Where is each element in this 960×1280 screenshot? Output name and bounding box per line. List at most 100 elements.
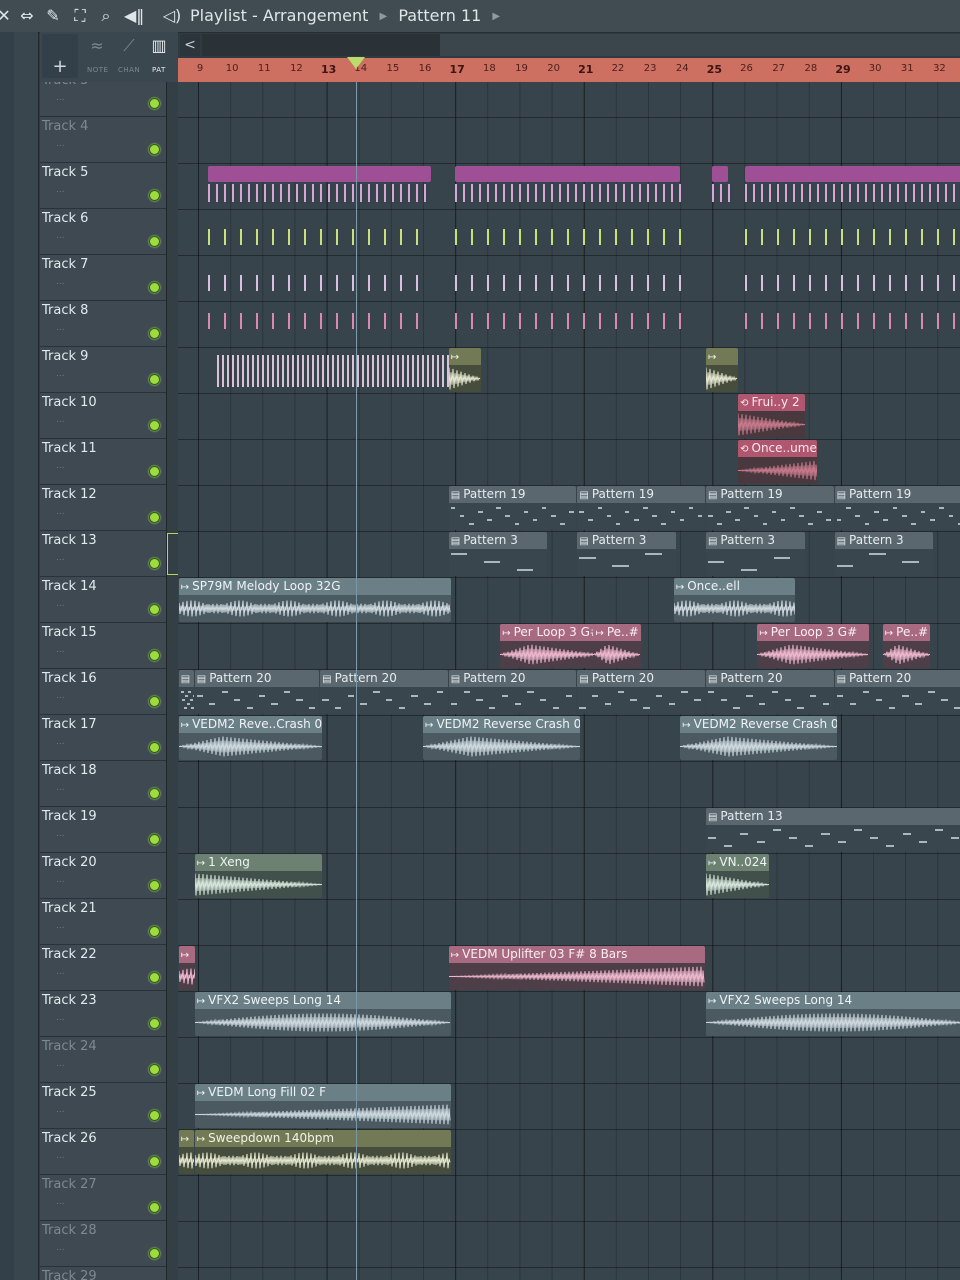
playlist-clip[interactable]: ⟲ Frui..y 2 (738, 394, 805, 438)
track-name[interactable]: Track 27 (42, 1177, 97, 1192)
track-options-icon[interactable]: ... (56, 1013, 65, 1023)
clip-header[interactable]: ↦ (178, 946, 196, 963)
clip-header[interactable]: ↦VEDM2 Reverse Crash 008 (423, 716, 580, 733)
ruler-bar-number[interactable]: 23 (644, 63, 657, 74)
track-options-icon[interactable]: ... (56, 1059, 65, 1069)
track-mute-led[interactable] (149, 190, 160, 201)
track-mute-led[interactable] (149, 98, 160, 109)
ruler-bar-number[interactable]: 26 (740, 63, 753, 74)
track-header[interactable]: Track 8... (40, 301, 166, 347)
track-options-icon[interactable]: ... (56, 507, 65, 517)
close-icon[interactable]: ✕ (0, 6, 14, 26)
track-name[interactable]: Track 3 (42, 82, 88, 88)
track-name[interactable]: Track 12 (42, 487, 97, 502)
track-options-icon[interactable]: ... (56, 323, 65, 333)
clip-header[interactable]: ▤ Pattern 3 (577, 532, 677, 549)
track-mute-led[interactable] (149, 926, 160, 937)
playlist-clip[interactable]: ↦ (178, 946, 196, 990)
drum-pattern-row[interactable] (207, 166, 432, 182)
playlist-clip[interactable]: ▤ Pattern 20 (448, 670, 577, 714)
track-options-icon[interactable]: ... (56, 921, 65, 931)
playlist-clip[interactable]: ↦VEDM2 Reverse Crash 008 (680, 716, 837, 760)
snap-icon[interactable]: ✎ (43, 6, 63, 26)
track-mute-led[interactable] (149, 466, 160, 477)
ruler-bar-number[interactable]: 22 (612, 63, 625, 74)
clip-header[interactable]: ⟲ Once..ume (738, 440, 818, 457)
playlist-clip[interactable]: ▤ Pattern 20 (834, 670, 960, 714)
track-name[interactable]: Track 14 (42, 579, 97, 594)
clip-header[interactable]: ▤ Pattern 20 (194, 670, 320, 687)
timeline-ruler[interactable]: 9 10 11 12 13 14 15 16 17 18 19 20 21 22 23 24 25 26 27 28 2… (178, 58, 960, 83)
ruler-bar-number[interactable]: 29 (835, 63, 850, 76)
ruler-bar-number[interactable]: 30 (869, 63, 882, 74)
track-options-icon[interactable]: ... (56, 231, 65, 241)
ruler-bar-number[interactable]: 12 (290, 63, 303, 74)
playlist-clip[interactable]: ▤ Pattern 3 (577, 532, 677, 576)
ruler-bar-number[interactable]: 19 (515, 63, 528, 74)
playlist-clip[interactable]: ↦ (178, 1130, 194, 1174)
ruler-bar-number[interactable]: 10 (226, 63, 239, 74)
track-options-icon[interactable]: ... (56, 461, 65, 471)
track-name[interactable]: Track 25 (42, 1085, 97, 1100)
track-options-icon[interactable]: ... (56, 599, 65, 609)
playlist-clip[interactable]: ▤ Pattern 20 (320, 670, 448, 714)
track-header[interactable]: Track 18... (40, 761, 166, 807)
track-name[interactable]: Track 10 (42, 395, 97, 410)
track-name[interactable]: Track 19 (42, 809, 97, 824)
track-name[interactable]: Track 7 (42, 257, 88, 272)
track-mute-led[interactable] (149, 282, 160, 293)
track-name[interactable]: Track 9 (42, 349, 88, 364)
swap-icon[interactable]: ⇔ (17, 6, 37, 26)
track-mute-led[interactable] (149, 558, 160, 569)
track-options-icon[interactable]: ... (56, 139, 65, 149)
track-header[interactable]: Track 7... (40, 255, 166, 301)
playlist-clip[interactable]: ↦ VEDM Uplifter 03 F# 8 Bars (448, 946, 705, 990)
track-header[interactable]: Track 23... (40, 991, 166, 1037)
clip-header[interactable]: ▤ Pattern 19 (705, 486, 834, 503)
note-mode-label[interactable]: NOTE (87, 66, 108, 74)
ruler-bar-number[interactable]: 32 (933, 63, 946, 74)
piano-keys-icon[interactable]: ▥ (146, 36, 172, 56)
track-header[interactable]: Track 17... (40, 715, 166, 761)
ruler-bar-number[interactable]: 9 (197, 63, 203, 74)
playlist-clip[interactable]: ▤ Pattern 19 (577, 486, 705, 530)
ruler-bar-number[interactable]: 21 (578, 63, 593, 76)
track-mute-led[interactable] (149, 696, 160, 707)
track-options-icon[interactable]: ... (56, 1197, 65, 1207)
ruler-bar-number[interactable]: 25 (707, 63, 722, 76)
track-mute-led[interactable] (149, 1018, 160, 1029)
track-header[interactable]: Track 28... (40, 1221, 166, 1267)
track-name[interactable]: Track 15 (42, 625, 97, 640)
playlist-clip[interactable]: ▤ Pattern 19 (705, 486, 834, 530)
track-header[interactable]: Track 4... (40, 117, 166, 163)
track-header[interactable]: Track 29... (40, 1267, 166, 1280)
ruler-bar-number[interactable]: 20 (547, 63, 560, 74)
playlist-clip[interactable]: ↦VEDM2 Reve..Crash 008 (178, 716, 323, 760)
clip-header[interactable]: ▤ Pattern 20 (834, 670, 960, 687)
track-header[interactable]: Track 9... (40, 347, 166, 393)
breadcrumb-arrow-icon[interactable]: ▶ (492, 11, 500, 22)
track-name[interactable]: Track 21 (42, 901, 97, 916)
playlist-clip[interactable]: ↦ VFX2 Sweeps Long 14 (194, 992, 451, 1036)
playlist-clip[interactable]: ↦ 1 Xeng (194, 854, 323, 898)
track-mute-led[interactable] (149, 1156, 160, 1167)
track-mute-led[interactable] (149, 374, 160, 385)
playlist-clip[interactable]: ↦ Per Loop 3 G# (500, 624, 599, 668)
clip-header[interactable]: ↦ (705, 348, 739, 365)
pat-mode-label[interactable]: PAT (152, 66, 166, 74)
track-name[interactable]: Track 5 (42, 165, 88, 180)
playlist-clip[interactable]: ↦ VFX2 Sweeps Long 14 (705, 992, 960, 1036)
clip-header[interactable]: ↦ Sweepdown 140bpm (194, 1130, 451, 1147)
ruler-bar-number[interactable]: 15 (387, 63, 400, 74)
playlist-clip[interactable]: ▤ Pattern 3 (834, 532, 934, 576)
playlist-clip[interactable]: ▤ Pattern 19 (448, 486, 577, 530)
track-mute-led[interactable] (149, 1110, 160, 1121)
track-mute-led[interactable] (149, 1248, 160, 1259)
track-options-icon[interactable]: ... (56, 783, 65, 793)
track-options-icon[interactable]: ... (56, 737, 65, 747)
playlist-clip[interactable]: ⟲ Once..ume (738, 440, 818, 484)
playlist-grid[interactable]: ↦↦↦⟲Frui..y 2⟲Once..ume▤Pattern 19▤Patte… (178, 82, 960, 1280)
track-options-icon[interactable]: ... (56, 415, 65, 425)
clip-header[interactable]: ▤ Pattern 20 (705, 670, 834, 687)
clip-header[interactable]: ↦ Pe..# (882, 624, 930, 641)
